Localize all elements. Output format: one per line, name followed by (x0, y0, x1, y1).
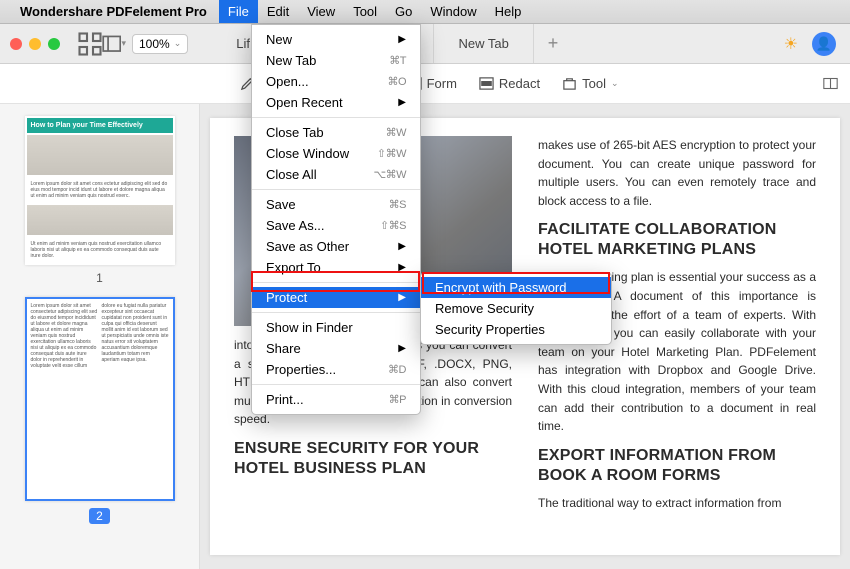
thumbnail-title: How to Plan your Time Effectively (27, 118, 173, 133)
page-number-1: 1 (0, 271, 199, 285)
editor-toolbar: age Link Form Redact Tool⌄ (0, 64, 850, 104)
menu-item-close-window[interactable]: Close Window⇧⌘W (252, 143, 420, 164)
page-number-2: 2 (89, 508, 110, 524)
thumbnail-grid-icon[interactable] (78, 32, 102, 56)
menu-item-new[interactable]: New▶ (252, 29, 420, 50)
tips-icon[interactable]: ☀ (770, 34, 812, 54)
section-heading: FACILITATE COLLABORATION HOTEL MARKETING… (538, 220, 816, 260)
zoom-value: 100% (139, 37, 170, 51)
new-tab-button[interactable]: + (534, 33, 573, 54)
close-window-icon[interactable] (10, 38, 22, 50)
menu-go[interactable]: Go (386, 0, 421, 23)
file-menu-dropdown: New▶New Tab⌘TOpen...⌘OOpen Recent▶ Close … (251, 24, 421, 415)
chevron-down-icon: ⌄ (611, 78, 619, 89)
document-tab-new[interactable]: New Tab (434, 24, 533, 63)
body-text: The traditional way to extract informati… (538, 494, 816, 513)
zoom-selector[interactable]: 100% ⌄ (132, 34, 188, 54)
thumbnail-sidebar: How to Plan your Time Effectively Lorem … (0, 104, 200, 569)
redact-tool[interactable]: Redact (479, 76, 540, 91)
menu-item-close-tab[interactable]: Close Tab⌘W (252, 122, 420, 143)
menu-item-save-as-other[interactable]: Save as Other▶ (252, 236, 420, 257)
sidebar-toggle-icon[interactable]: ▾ (102, 32, 126, 56)
submenu-item-encrypt-with-password[interactable]: Encrypt with Password (421, 277, 611, 298)
tool-dropdown[interactable]: Tool ⌄ (562, 76, 618, 91)
menu-help[interactable]: Help (486, 0, 531, 23)
menu-item-export-to[interactable]: Export To▶ (252, 257, 420, 278)
menu-item-properties-[interactable]: Properties...⌘D (252, 359, 420, 380)
section-heading: ENSURE SECURITY FOR YOUR HOTEL BUSINESS … (234, 439, 512, 479)
menu-item-print-[interactable]: Print...⌘P (252, 389, 420, 410)
avatar[interactable]: 👤 (812, 32, 836, 56)
menu-item-share[interactable]: Share▶ (252, 338, 420, 359)
menu-file[interactable]: File (219, 0, 258, 23)
window-chrome: ▾ 100% ⌄ Lif an New Tab + ☀ 👤 (0, 24, 850, 64)
body-text: makes use of 265-bit AES encryption to p… (538, 136, 816, 210)
page-thumbnail-2[interactable]: Lorem ipsum dolor sit amet consectetur a… (25, 297, 175, 501)
page-thumbnail-1[interactable]: How to Plan your Time Effectively Lorem … (25, 116, 175, 265)
menu-tool[interactable]: Tool (344, 0, 386, 23)
menu-item-save[interactable]: Save⌘S (252, 194, 420, 215)
mac-menubar: Wondershare PDFelement Pro File Edit Vie… (0, 0, 850, 24)
submenu-item-security-properties[interactable]: Security Properties (421, 319, 611, 340)
menu-edit[interactable]: Edit (258, 0, 298, 23)
menu-item-show-in-finder[interactable]: Show in Finder (252, 317, 420, 338)
section-heading: EXPORT INFORMATION FROM BOOK A ROOM FORM… (538, 446, 816, 486)
reader-view-icon[interactable] (823, 76, 838, 91)
user-icon: 👤 (816, 36, 832, 52)
app-name: Wondershare PDFelement Pro (20, 4, 207, 19)
menu-item-save-as-[interactable]: Save As...⇧⌘S (252, 215, 420, 236)
menu-window[interactable]: Window (421, 0, 485, 23)
traffic-lights (10, 38, 60, 50)
minimize-window-icon[interactable] (29, 38, 41, 50)
menu-item-open-[interactable]: Open...⌘O (252, 71, 420, 92)
chevron-down-icon: ⌄ (174, 38, 182, 49)
protect-submenu: Encrypt with PasswordRemove SecuritySecu… (420, 272, 612, 345)
menu-view[interactable]: View (298, 0, 344, 23)
menu-item-open-recent[interactable]: Open Recent▶ (252, 92, 420, 113)
tool-dropdown-label: Tool (582, 76, 606, 91)
menu-item-close-all[interactable]: Close All⌥⌘W (252, 164, 420, 185)
form-tool-label: Form (427, 76, 457, 91)
fullscreen-window-icon[interactable] (48, 38, 60, 50)
menu-item-new-tab[interactable]: New Tab⌘T (252, 50, 420, 71)
redact-tool-label: Redact (499, 76, 540, 91)
menu-item-protect[interactable]: Protect▶ (252, 287, 420, 308)
submenu-item-remove-security[interactable]: Remove Security (421, 298, 611, 319)
